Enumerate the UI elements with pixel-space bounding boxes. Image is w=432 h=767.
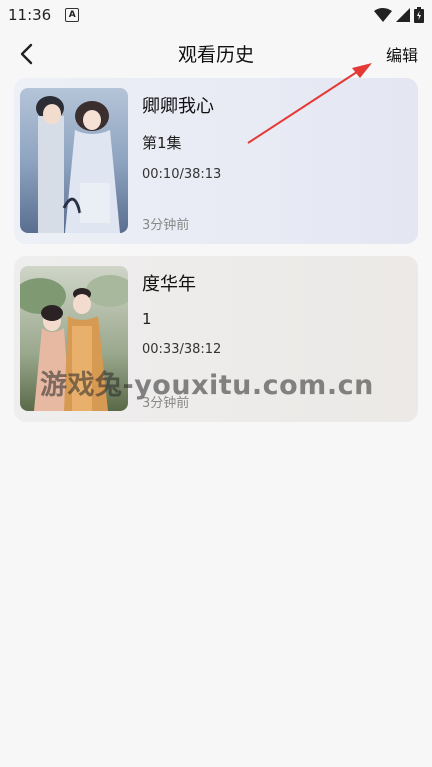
- signal-icon: [396, 8, 410, 22]
- drama-title: 卿卿我心: [142, 96, 214, 117]
- edit-button[interactable]: 编辑: [386, 42, 418, 66]
- watermark: 游戏兔-youxitu.com.cn: [40, 370, 374, 401]
- episode-label: 第1集: [142, 134, 182, 152]
- watch-progress: 00:33/38:12: [142, 342, 222, 357]
- notification-badge-icon: A: [65, 8, 80, 22]
- history-card[interactable]: 卿卿我心 第1集 00:10/38:13 3分钟前: [14, 78, 418, 244]
- top-app-bar: 观看历史 编辑: [0, 30, 432, 78]
- time-ago: 3分钟前: [142, 218, 190, 233]
- status-bar: 11:36 A: [0, 0, 432, 30]
- poster-image[interactable]: [20, 88, 128, 233]
- status-time: 11:36: [8, 6, 52, 24]
- page-title: 观看历史: [177, 44, 254, 66]
- battery-icon: [414, 7, 424, 23]
- drama-title: 度华年: [142, 274, 196, 295]
- wifi-icon: [374, 8, 392, 22]
- episode-label: 1: [142, 310, 152, 328]
- watch-progress: 00:10/38:13: [142, 167, 222, 182]
